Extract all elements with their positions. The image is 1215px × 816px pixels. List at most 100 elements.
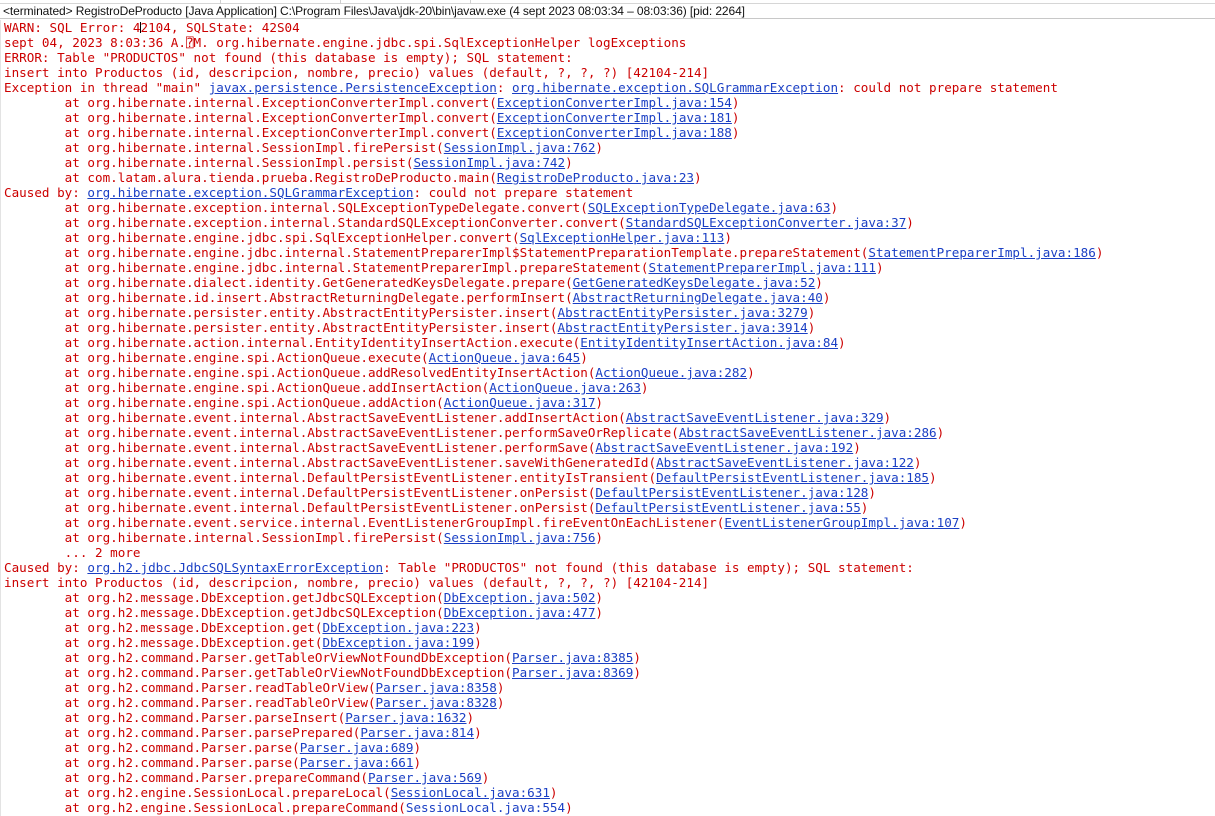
console-text: ) xyxy=(731,125,740,140)
console-text: ) xyxy=(640,380,649,395)
stacktrace-link[interactable]: RegistroDeProducto.java:23 xyxy=(497,170,694,185)
stacktrace-link[interactable]: SessionImpl.java:762 xyxy=(444,140,596,155)
console-line: at org.hibernate.engine.spi.ActionQueue.… xyxy=(1,365,1215,380)
stacktrace-link[interactable]: ExceptionConverterImpl.java:154 xyxy=(497,95,732,110)
console-text: ) xyxy=(807,320,816,335)
console-line: at org.hibernate.internal.ExceptionConve… xyxy=(1,95,1215,110)
stacktrace-link[interactable]: EventListenerGroupImpl.java:107 xyxy=(724,515,959,530)
console-text: Exception in thread "main" xyxy=(4,80,209,95)
stacktrace-link[interactable]: StatementPreparerImpl.java:186 xyxy=(868,245,1095,260)
console-line: at org.hibernate.event.internal.DefaultP… xyxy=(1,485,1215,500)
console-text: at org.h2.command.Parser.getTableOrViewN… xyxy=(4,650,512,665)
stacktrace-link[interactable]: AbstractSaveEventListener.java:286 xyxy=(679,425,937,440)
console-line: at org.hibernate.exception.internal.SQLE… xyxy=(1,200,1215,215)
stacktrace-link[interactable]: Parser.java:8328 xyxy=(376,695,497,710)
console-text: ) xyxy=(838,335,846,350)
stacktrace-link[interactable]: org.hibernate.exception.SQLGrammarExcept… xyxy=(87,185,413,200)
console-line: Caused by: org.h2.jdbc.JdbcSQLSyntaxErro… xyxy=(1,560,1215,575)
console-text: ) xyxy=(474,635,482,650)
stacktrace-link[interactable]: SessionImpl.java:742 xyxy=(413,155,565,170)
stacktrace-link[interactable]: SessionLocal.java:554 xyxy=(406,800,565,815)
console-text: ) xyxy=(830,200,839,215)
stacktrace-link[interactable]: Parser.java:689 xyxy=(300,740,414,755)
console-text: at org.hibernate.engine.jdbc.spi.SqlExce… xyxy=(4,230,520,245)
stacktrace-link[interactable]: ActionQueue.java:263 xyxy=(489,380,641,395)
stacktrace-link[interactable]: DbException.java:223 xyxy=(322,620,474,635)
stacktrace-link[interactable]: Parser.java:1632 xyxy=(345,710,466,725)
console-text: ) xyxy=(875,260,884,275)
console-text: ) xyxy=(1095,245,1104,260)
stacktrace-link[interactable]: org.hibernate.exception.SQLGrammarExcept… xyxy=(512,80,838,95)
stacktrace-link[interactable]: DefaultPersistEventListener.java:128 xyxy=(595,485,868,500)
stacktrace-link[interactable]: SqlExceptionHelper.java:113 xyxy=(520,230,725,245)
console-text: at org.hibernate.persister.entity.Abstra… xyxy=(4,305,558,320)
stacktrace-link[interactable]: Parser.java:569 xyxy=(368,770,482,785)
console-line: at org.h2.command.Parser.parsePrepared(P… xyxy=(1,725,1215,740)
console-line: at org.h2.command.Parser.prepareCommand(… xyxy=(1,770,1215,785)
stacktrace-link[interactable]: ActionQueue.java:282 xyxy=(595,365,747,380)
console-line: at org.hibernate.id.insert.AbstractRetur… xyxy=(1,290,1215,305)
console-text: ) xyxy=(929,470,937,485)
console-text: at org.h2.command.Parser.readTableOrView… xyxy=(4,695,376,710)
stacktrace-link[interactable]: DbException.java:502 xyxy=(444,590,596,605)
console-line: at org.hibernate.internal.SessionImpl.pe… xyxy=(1,155,1215,170)
console-text: ) xyxy=(747,365,755,380)
console-line: at org.h2.command.Parser.parse(Parser.ja… xyxy=(1,755,1215,770)
stacktrace-link[interactable]: ExceptionConverterImpl.java:181 xyxy=(497,110,732,125)
stacktrace-link[interactable]: AbstractSaveEventListener.java:122 xyxy=(656,455,914,470)
stacktrace-link[interactable]: AbstractSaveEventListener.java:329 xyxy=(626,410,884,425)
stacktrace-link[interactable]: AbstractEntityPersister.java:3914 xyxy=(558,320,808,335)
console-line: at org.hibernate.engine.spi.ActionQueue.… xyxy=(1,350,1215,365)
console-text: ) xyxy=(807,305,816,320)
console-text: at org.h2.message.DbException.getJdbcSQL… xyxy=(4,590,444,605)
stacktrace-link[interactable]: DbException.java:477 xyxy=(444,605,596,620)
stacktrace-link[interactable]: AbstractEntityPersister.java:3279 xyxy=(558,305,808,320)
console-text: at org.hibernate.internal.ExceptionConve… xyxy=(4,95,497,110)
stacktrace-link[interactable]: StandardSQLExceptionConverter.java:37 xyxy=(626,215,907,230)
stacktrace-link[interactable]: SessionImpl.java:756 xyxy=(444,530,596,545)
stacktrace-link[interactable]: DbException.java:199 xyxy=(322,635,474,650)
console-line: at org.hibernate.event.internal.DefaultP… xyxy=(1,470,1215,485)
stacktrace-link[interactable]: StatementPreparerImpl.java:111 xyxy=(648,260,875,275)
console-text: at org.hibernate.internal.ExceptionConve… xyxy=(4,110,497,125)
stacktrace-link[interactable]: javax.persistence.PersistenceException xyxy=(209,80,497,95)
console-text: ) xyxy=(815,275,823,290)
stacktrace-link[interactable]: Parser.java:8385 xyxy=(512,650,633,665)
stacktrace-link[interactable]: Parser.java:8358 xyxy=(376,680,497,695)
console-text: at org.hibernate.internal.SessionImpl.fi… xyxy=(4,140,444,155)
stacktrace-link[interactable]: SessionLocal.java:631 xyxy=(391,785,550,800)
console-text: at org.hibernate.engine.jdbc.internal.St… xyxy=(4,245,869,260)
stacktrace-link[interactable]: org.h2.jdbc.JdbcSQLSyntaxErrorException xyxy=(87,560,383,575)
console-line: at org.hibernate.event.internal.Abstract… xyxy=(1,440,1215,455)
console-text: at org.hibernate.event.internal.Abstract… xyxy=(4,440,596,455)
stacktrace-link[interactable]: GetGeneratedKeysDelegate.java:52 xyxy=(573,275,816,290)
stacktrace-link[interactable]: DefaultPersistEventListener.java:185 xyxy=(656,470,929,485)
stacktrace-link[interactable]: Parser.java:8369 xyxy=(512,665,633,680)
console-text: at org.hibernate.engine.jdbc.internal.St… xyxy=(4,260,649,275)
console-text: ) xyxy=(496,695,505,710)
console-text: at org.h2.engine.SessionLocal.prepareCom… xyxy=(4,800,406,815)
console-text: at org.hibernate.engine.spi.ActionQueue.… xyxy=(4,380,490,395)
stacktrace-link[interactable]: Parser.java:661 xyxy=(300,755,414,770)
stacktrace-link[interactable]: ActionQueue.java:317 xyxy=(444,395,596,410)
console-output[interactable]: WARN: SQL Error: 42104, SQLState: 42S04 s… xyxy=(0,20,1215,816)
stacktrace-link[interactable]: AbstractReturningDelegate.java:40 xyxy=(573,290,823,305)
stacktrace-link[interactable]: Parser.java:814 xyxy=(360,725,474,740)
stacktrace-link[interactable]: AbstractSaveEventListener.java:192 xyxy=(595,440,853,455)
console-line: at org.hibernate.action.internal.EntityI… xyxy=(1,335,1215,350)
console-text: at org.hibernate.engine.spi.ActionQueue.… xyxy=(4,365,596,380)
console-text: insert into Productos (id, descripcion, … xyxy=(4,575,710,590)
console-text: ) xyxy=(466,710,475,725)
console-line: at org.h2.engine.SessionLocal.prepareCom… xyxy=(1,800,1215,815)
console-text: ) xyxy=(413,740,422,755)
console-line: at org.hibernate.dialect.identity.GetGen… xyxy=(1,275,1215,290)
console-line: at org.hibernate.engine.spi.ActionQueue.… xyxy=(1,395,1215,410)
console-line: at org.hibernate.event.internal.Abstract… xyxy=(1,410,1215,425)
stacktrace-link[interactable]: ActionQueue.java:645 xyxy=(429,350,581,365)
console-line: ... 2 more xyxy=(1,545,1215,560)
stacktrace-link[interactable]: ExceptionConverterImpl.java:188 xyxy=(497,125,732,140)
stacktrace-link[interactable]: SQLExceptionTypeDelegate.java:63 xyxy=(588,200,831,215)
console-text: : could not prepare statement xyxy=(413,185,634,200)
stacktrace-link[interactable]: EntityIdentityInsertAction.java:84 xyxy=(580,335,838,350)
stacktrace-link[interactable]: DefaultPersistEventListener.java:55 xyxy=(595,500,860,515)
